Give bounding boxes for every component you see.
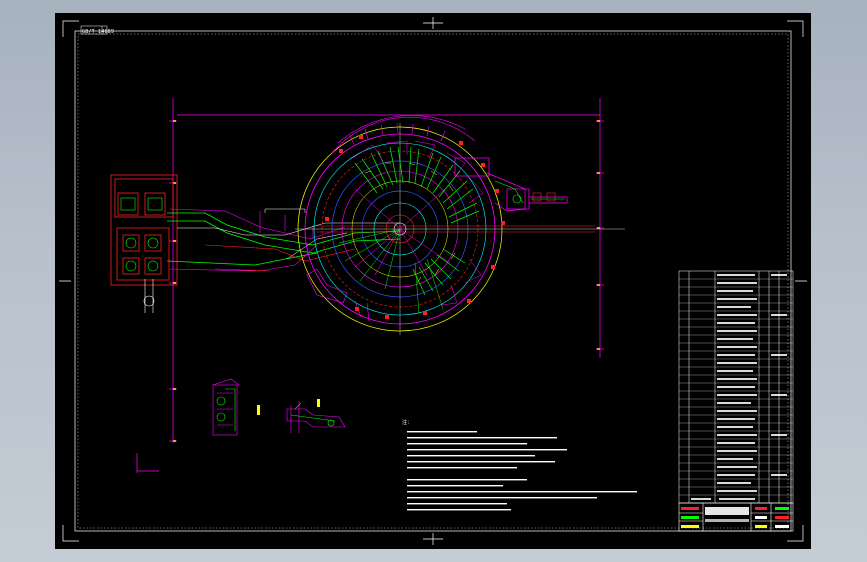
left-column-pipe — [143, 279, 155, 313]
right-discharge-unit[interactable] — [454, 157, 568, 212]
drawing-canvas[interactable] — [55, 13, 811, 549]
sheet-code-label: GB/T 14689 — [82, 29, 115, 35]
left-equipment-room[interactable] — [110, 174, 178, 286]
detail-view-b[interactable] — [286, 401, 346, 433]
bom-cell-text — [691, 274, 787, 500]
inclined-conveyor-outline — [169, 208, 346, 272]
circle-lower-left-bracket — [306, 268, 370, 322]
detail-view-b-green — [290, 402, 336, 427]
sheet-frame — [59, 17, 807, 545]
title-block-fill — [681, 507, 789, 528]
cad-drawing-sheet[interactable]: GB/T 14689 注： — [55, 13, 811, 549]
white-flow-lines — [177, 208, 400, 260]
notes-heading: 注： — [402, 420, 413, 426]
center-axes — [295, 123, 625, 335]
inner-spokes-green — [338, 228, 444, 314]
inclined-conveyor[interactable] — [166, 212, 401, 266]
notes-text-block-icon — [407, 431, 637, 511]
left-equipment-detail — [120, 197, 163, 272]
detail-labels — [257, 399, 320, 415]
red-flow-line — [204, 244, 356, 272]
dimension-lines — [136, 98, 604, 473]
right-discharge-detail — [494, 180, 565, 204]
